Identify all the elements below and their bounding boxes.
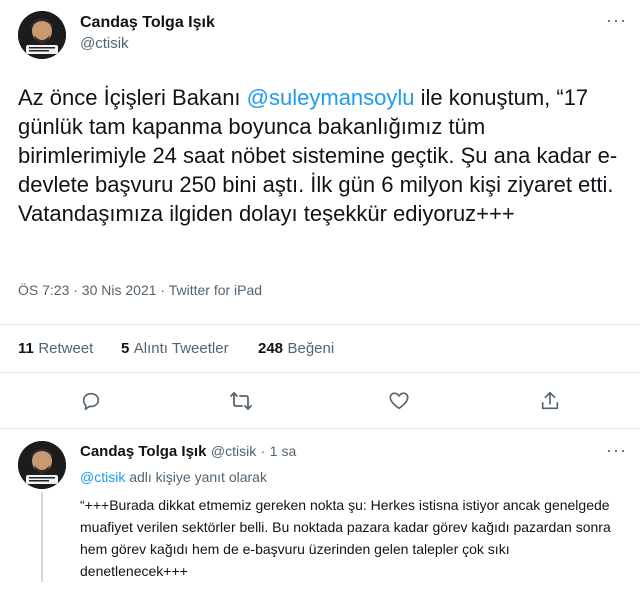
retweets-count: 11 [18,340,34,357]
reply-author-name[interactable]: Candaş Tolga Işık [80,443,206,460]
share-icon[interactable] [539,390,561,412]
heart-icon[interactable] [388,390,410,412]
reply-to-mention[interactable]: @ctisik [80,469,125,485]
author-handle[interactable]: @ctisik [80,35,129,52]
reply-text: “+++Burada dikkat etmemiz gereken nokta … [80,497,611,579]
reply-icon[interactable] [80,390,102,412]
reply-header: Candaş Tolga Işık @ctisik · 1 sa [80,443,296,461]
reply-avatar[interactable] [18,441,66,489]
reply-more-options-icon[interactable]: ··· [606,440,627,461]
retweets-stat[interactable]: 11 Retweet [18,340,93,358]
reply-to-suffix: adlı kişiye yanıt olarak [125,469,267,485]
likes-stat[interactable]: 248 Beğeni [258,340,334,358]
divider [0,372,640,373]
tweet-text-start: Az önce İçişleri Bakanı [18,85,247,110]
quotes-count: 5 [121,340,130,357]
divider [0,428,640,429]
reply-time[interactable]: 1 sa [270,443,296,459]
reply-author-handle[interactable]: @ctisik [211,443,256,459]
likes-count: 248 [258,340,284,357]
divider [0,324,640,325]
reply-context: @ctisik adlı kişiye yanıt olarak [80,469,267,485]
avatar[interactable] [18,11,66,59]
tweet-text: Az önce İçişleri Bakanı @suleymansoylu i… [18,83,618,228]
quotes-label: Alıntı Tweetler [133,340,229,357]
retweet-icon[interactable] [229,390,253,412]
reply-separator: · [260,443,266,459]
more-options-icon[interactable]: ··· [606,10,627,31]
likes-label: Beğeni [287,340,335,357]
author-name[interactable]: Candaş Tolga Işık [80,14,215,32]
thread-line [41,492,43,582]
tweet-timestamp[interactable]: ÖS 7:23 · 30 Nis 2021 · Twitter for iPad [18,282,262,298]
retweets-label: Retweet [38,340,94,357]
quotes-stat[interactable]: 5 Alıntı Tweetler [121,340,229,358]
mention-link[interactable]: @suleymansoylu [247,85,415,110]
